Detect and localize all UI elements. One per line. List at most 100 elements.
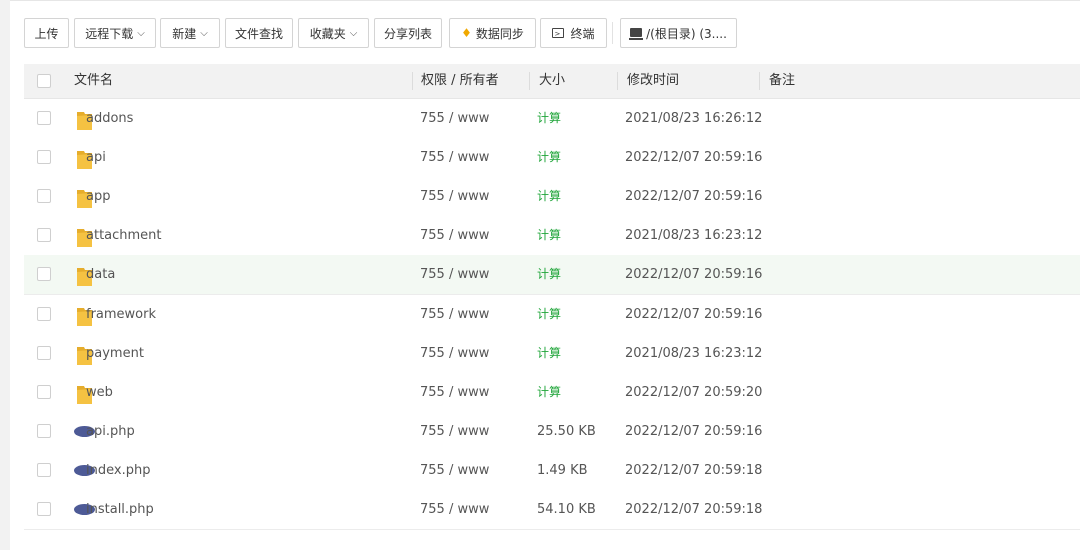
calculate-size-link[interactable]: 计算 bbox=[537, 216, 561, 255]
file-name-link[interactable]: web bbox=[86, 373, 113, 412]
terminal-button[interactable]: >_ 终端 bbox=[540, 18, 607, 48]
drive-icon bbox=[629, 27, 644, 40]
file-name-link[interactable]: payment bbox=[86, 334, 144, 373]
row-checkbox[interactable] bbox=[37, 345, 51, 360]
row-checkbox[interactable] bbox=[37, 502, 51, 516]
new-button[interactable]: 新建 ⌵ bbox=[160, 18, 220, 48]
permission-owner[interactable]: 755 / www bbox=[420, 451, 489, 490]
file-name-link[interactable]: data bbox=[86, 255, 115, 294]
permission-owner[interactable]: 755 / www bbox=[420, 295, 489, 334]
calculate-size-link[interactable]: 计算 bbox=[537, 138, 561, 177]
modified-time: 2021/08/23 16:23:12 bbox=[625, 345, 763, 361]
calculate-size-link[interactable]: 计算 bbox=[537, 295, 561, 334]
column-divider bbox=[617, 72, 618, 90]
table-row[interactable]: framework 755 / www 计算 2022/12/07 20:59:16 bbox=[24, 294, 1080, 335]
permission-owner[interactable]: 755 / www bbox=[420, 138, 489, 177]
remote-download-button[interactable]: 远程下载 ⌵ bbox=[74, 18, 156, 48]
favorites-button[interactable]: 收藏夹 ⌵ bbox=[298, 18, 369, 48]
row-checkbox[interactable] bbox=[37, 111, 51, 125]
modified-time: 2022/12/07 20:59:18 bbox=[625, 462, 763, 478]
row-checkbox[interactable] bbox=[37, 150, 51, 165]
terminal-label: 终端 bbox=[570, 26, 595, 41]
upload-button[interactable]: 上传 bbox=[24, 18, 69, 48]
file-size: 25.50 KB bbox=[537, 423, 596, 439]
file-name-link[interactable]: app bbox=[86, 177, 110, 216]
terminal-icon: >_ bbox=[552, 28, 565, 38]
table-row[interactable]: app 755 / www 计算 2022/12/07 20:59:16 bbox=[24, 177, 1080, 218]
new-label: 新建 bbox=[172, 26, 197, 41]
file-name-link[interactable]: api bbox=[86, 138, 106, 177]
upload-label: 上传 bbox=[34, 26, 59, 41]
modified-time: 2022/12/07 20:59:18 bbox=[625, 502, 763, 517]
column-header-size[interactable]: 大小 bbox=[539, 64, 565, 98]
select-all-checkbox[interactable] bbox=[37, 74, 51, 88]
file-name-link[interactable]: framework bbox=[86, 295, 156, 334]
permission-owner[interactable]: 755 / www bbox=[420, 334, 489, 373]
file-manager-panel: 上传 远程下载 ⌵ 新建 ⌵ 文件查找 收藏夹 ⌵ 分享列表 ♦ 数据同步 >_… bbox=[10, 0, 1080, 550]
permission-owner[interactable]: 755 / www bbox=[420, 373, 489, 412]
table-row[interactable]: attachment 755 / www 计算 2021/08/23 16:23:12 bbox=[24, 216, 1080, 257]
permission-owner[interactable]: 755 / www bbox=[420, 216, 489, 255]
file-search-button[interactable]: 文件查找 bbox=[225, 18, 293, 48]
table-row[interactable]: api.php 755 / www 25.50 KB 2022/12/07 20:59… bbox=[24, 411, 1080, 452]
calculate-size-link[interactable]: 计算 bbox=[537, 373, 561, 412]
row-checkbox[interactable] bbox=[37, 228, 51, 243]
remote-download-label: 远程下载 bbox=[85, 26, 134, 41]
chevron-down-icon: ⌵ bbox=[349, 27, 358, 39]
file-name-link[interactable]: index.php bbox=[86, 451, 150, 490]
data-sync-label: 数据同步 bbox=[475, 26, 524, 41]
permission-owner[interactable]: 755 / www bbox=[420, 255, 489, 294]
table-row[interactable]: data 755 / www 计算 2022/12/07 20:59:16 bbox=[24, 255, 1080, 296]
permission-owner[interactable]: 755 / www bbox=[420, 490, 489, 529]
share-list-label: 分享列表 bbox=[383, 26, 432, 41]
table-row[interactable]: addons 755 / www 计算 2021/08/23 16:26:12 bbox=[24, 99, 1080, 139]
file-name-link[interactable]: addons bbox=[86, 99, 133, 138]
path-button[interactable]: /(根目录) (3.... bbox=[620, 18, 737, 48]
column-header-perm[interactable]: 权限 / 所有者 bbox=[421, 64, 499, 98]
column-divider bbox=[529, 72, 530, 90]
table-header: 文件名 权限 / 所有者 大小 修改时间 备注 bbox=[24, 64, 1080, 99]
calculate-size-link[interactable]: 计算 bbox=[537, 177, 561, 216]
row-checkbox[interactable] bbox=[37, 423, 51, 438]
modified-time: 2022/12/07 20:59:16 bbox=[625, 267, 763, 283]
column-header-mtime[interactable]: 修改时间 bbox=[627, 64, 679, 98]
column-divider bbox=[759, 72, 760, 90]
calculate-size-link[interactable]: 计算 bbox=[537, 99, 561, 138]
file-name-link[interactable]: attachment bbox=[86, 216, 162, 255]
file-name-link[interactable]: api.php bbox=[86, 412, 135, 451]
modified-time: 2022/12/07 20:59:16 bbox=[625, 423, 763, 439]
row-checkbox[interactable] bbox=[37, 384, 51, 399]
row-checkbox[interactable] bbox=[37, 462, 51, 477]
file-size: 54.10 KB bbox=[537, 502, 596, 517]
modified-time: 2022/12/07 20:59:16 bbox=[625, 189, 763, 205]
path-label: /(根目录) (3.... bbox=[646, 26, 727, 41]
permission-owner[interactable]: 755 / www bbox=[420, 412, 489, 451]
column-header-name[interactable]: 文件名 bbox=[74, 64, 113, 98]
table-row[interactable]: install.php 755 / www 54.10 KB 2022/12/07 2… bbox=[24, 490, 1080, 530]
permission-owner[interactable]: 755 / www bbox=[420, 99, 489, 138]
chevron-down-icon: ⌵ bbox=[137, 27, 145, 39]
file-search-label: 文件查找 bbox=[234, 26, 283, 41]
permission-owner[interactable]: 755 / www bbox=[420, 177, 489, 216]
table-row[interactable]: payment 755 / www 计算 2021/08/23 16:23:12 bbox=[24, 333, 1080, 374]
share-list-button[interactable]: 分享列表 bbox=[374, 18, 442, 48]
calculate-size-link[interactable]: 计算 bbox=[537, 334, 561, 373]
calculate-size-link[interactable]: 计算 bbox=[537, 255, 561, 294]
table-row[interactable]: web 755 / www 计算 2022/12/07 20:59:20 bbox=[24, 372, 1080, 413]
diamond-icon: ♦ bbox=[461, 26, 472, 40]
row-checkbox[interactable] bbox=[37, 189, 51, 204]
table-row[interactable]: index.php 755 / www 1.49 KB 2022/12/07 20:5… bbox=[24, 450, 1080, 491]
favorites-label: 收藏夹 bbox=[309, 26, 346, 41]
modified-time: 2021/08/23 16:26:12 bbox=[625, 111, 763, 126]
column-header-note: 备注 bbox=[769, 73, 796, 88]
table-row[interactable]: api 755 / www 计算 2022/12/07 20:59:16 bbox=[24, 138, 1080, 179]
file-name-link[interactable]: install.php bbox=[86, 490, 154, 529]
column-divider bbox=[412, 72, 413, 90]
modified-time: 2022/12/07 20:59:16 bbox=[625, 306, 763, 322]
toolbar-divider bbox=[612, 22, 613, 44]
row-checkbox[interactable] bbox=[37, 306, 51, 321]
modified-time: 2022/12/07 20:59:20 bbox=[625, 384, 763, 400]
row-checkbox[interactable] bbox=[37, 267, 51, 282]
data-sync-button[interactable]: ♦ 数据同步 bbox=[449, 18, 536, 48]
file-size: 1.49 KB bbox=[537, 462, 588, 478]
